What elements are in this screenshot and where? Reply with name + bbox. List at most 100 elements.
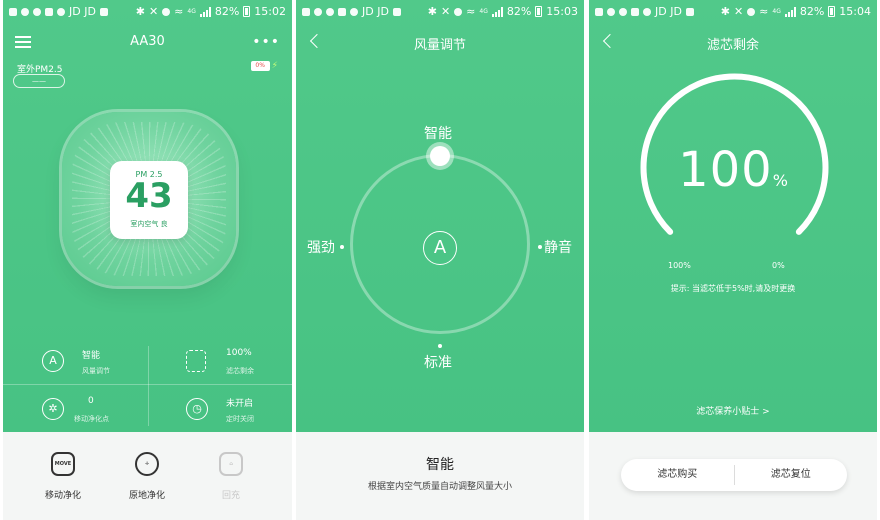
filter-info[interactable]: 100% 滤芯剩余: [186, 348, 292, 384]
alarm-icon: [454, 7, 463, 16]
screen-home: JD JD ✱ ✕ ≈ 4G 82% 15:02 AA30 ••• 室外PM2.…: [3, 0, 292, 520]
status-time: 15:04: [839, 5, 871, 18]
battery-icon: [828, 6, 836, 17]
wifi-icon: ≈: [759, 5, 769, 18]
device-battery-badge: 0% ⚡: [250, 61, 278, 71]
wifi-icon: ≈: [174, 5, 184, 18]
mode-strong[interactable]: 强劲: [307, 237, 335, 257]
app-icon: [607, 7, 615, 16]
target-icon: ✛: [135, 452, 159, 476]
screen-fan-speed: JD JD ✱ ✕ ≈ 4G 82% 15:03 风量调节 A 智能 强劲 静音: [296, 0, 584, 520]
move-purify-label: 移动净化: [44, 491, 81, 501]
signal-icon: [784, 6, 796, 17]
recharge-label: 回充: [221, 491, 240, 501]
status-carrier: JD JD: [362, 5, 389, 18]
mute-icon: ✕: [733, 5, 744, 18]
home-icon: ⌂: [219, 452, 243, 476]
recharge-button[interactable]: ⌂ 回充: [201, 452, 261, 501]
app-icon: [326, 7, 334, 16]
mode-silent[interactable]: 静音: [544, 237, 572, 257]
mode-description-area: [296, 432, 584, 520]
battery-percent: 82%: [214, 5, 240, 18]
move-points-value: 0: [88, 396, 94, 406]
network-type: 4G: [772, 7, 781, 15]
auto-mode-icon: A: [423, 231, 457, 265]
notification-icon: [595, 7, 603, 16]
fan-speed-main-area: JD JD ✱ ✕ ≈ 4G 82% 15:03 风量调节 A 智能 强劲 静音: [296, 0, 584, 432]
timer-icon: ◷: [186, 398, 208, 420]
charging-icon: ⚡: [271, 61, 278, 71]
more-icon[interactable]: •••: [252, 34, 280, 50]
move-purify-button[interactable]: MOVE 移动净化: [33, 452, 93, 501]
video-icon: [99, 7, 108, 16]
timer-label: 定时关闭: [226, 415, 254, 423]
selected-mode-description: 根据室内空气质量自动调整风量大小: [367, 482, 512, 492]
app-icon: [643, 7, 651, 16]
mode-silent-dot: [538, 245, 542, 249]
home-main-area: JD JD ✱ ✕ ≈ 4G 82% 15:02 AA30 ••• 室外PM2.…: [3, 0, 292, 432]
mode-auto[interactable]: 智能: [424, 123, 452, 143]
app-icon: [45, 7, 53, 16]
bluetooth-icon: ✱: [720, 5, 730, 18]
mute-icon: ✕: [148, 5, 159, 18]
air-quality-text: 室内空气 良: [130, 220, 168, 228]
fan-speed-info[interactable]: A 智能 风量调节: [42, 348, 172, 384]
mute-icon: ✕: [440, 5, 451, 18]
signal-icon: [491, 6, 503, 17]
filter-value: 100%: [226, 348, 252, 358]
gauge-end-label: 0%: [772, 261, 785, 270]
status-time: 15:03: [546, 5, 578, 18]
move-points-info[interactable]: ✲ 0 移动净化点: [42, 396, 172, 432]
app-icon: [33, 7, 41, 16]
filter-label: 滤芯剩余: [226, 367, 254, 375]
filter-tip: 提示: 当滤芯低于5%时,请及时更换: [670, 284, 796, 293]
bluetooth-icon: ✱: [135, 5, 145, 18]
pm-card: PM 2.5 43 室内空气 良: [110, 161, 188, 239]
network-type: 4G: [187, 7, 196, 15]
filter-remaining-value: 100: [678, 142, 773, 198]
app-icon: [338, 7, 346, 16]
video-icon: [392, 7, 401, 16]
filter-actions: 滤芯购买 滤芯复位: [621, 459, 847, 491]
in-place-purify-button[interactable]: ✛ 原地净化: [117, 452, 177, 501]
filter-remaining-unit: %: [772, 171, 788, 190]
battery-percent: 82%: [506, 5, 532, 18]
notification-icon: [302, 7, 310, 16]
selected-mode-title: 智能: [426, 457, 454, 473]
status-time: 15:02: [254, 5, 286, 18]
mode-strong-dot: [340, 245, 344, 249]
battery-icon: [243, 6, 251, 17]
filter-main-area: JD JD ✱ ✕ ≈ 4G 82% 15:04 滤芯剩余 100% 100% …: [589, 0, 877, 432]
move-points-label: 移动净化点: [74, 415, 109, 423]
app-icon: [57, 7, 65, 16]
outdoor-pm-value: ——: [13, 74, 65, 88]
timer-info[interactable]: ◷ 未开启 定时关闭: [186, 396, 292, 432]
status-bar: JD JD ✱ ✕ ≈ 4G 82% 15:04: [589, 0, 877, 24]
dial-knob[interactable]: [430, 146, 450, 166]
notification-icon: [9, 7, 17, 16]
pin-icon: ✲: [42, 398, 64, 420]
status-bar: JD JD ✱ ✕ ≈ 4G 82% 15:03: [296, 0, 584, 24]
status-carrier: JD JD: [655, 5, 682, 18]
fan-speed-label: 风量调节: [82, 367, 110, 375]
wifi-icon: ≈: [466, 5, 476, 18]
buy-filter-button[interactable]: 滤芯购买: [621, 459, 734, 491]
reset-filter-button[interactable]: 滤芯复位: [735, 459, 848, 491]
alarm-icon: [162, 7, 171, 16]
timer-value: 未开启: [226, 399, 254, 409]
alarm-icon: [747, 7, 756, 16]
filter-icon: [186, 350, 206, 372]
battery-percent: 82%: [799, 5, 825, 18]
video-icon: [685, 7, 694, 16]
app-icon: [21, 7, 29, 16]
app-icon: [631, 7, 639, 16]
page-title: 风量调节: [413, 38, 466, 53]
device-title: AA30: [130, 34, 165, 49]
in-place-purify-label: 原地净化: [128, 491, 165, 501]
filter-care-tips-link[interactable]: 滤芯保养小贴士 >: [589, 404, 877, 417]
device-battery-value: 0%: [250, 61, 270, 71]
mode-standard[interactable]: 标准: [424, 352, 452, 372]
gauge-start-label: 100%: [668, 261, 691, 270]
app-icon: [314, 7, 322, 16]
screen-filter: JD JD ✱ ✕ ≈ 4G 82% 15:04 滤芯剩余 100% 100% …: [589, 0, 877, 520]
